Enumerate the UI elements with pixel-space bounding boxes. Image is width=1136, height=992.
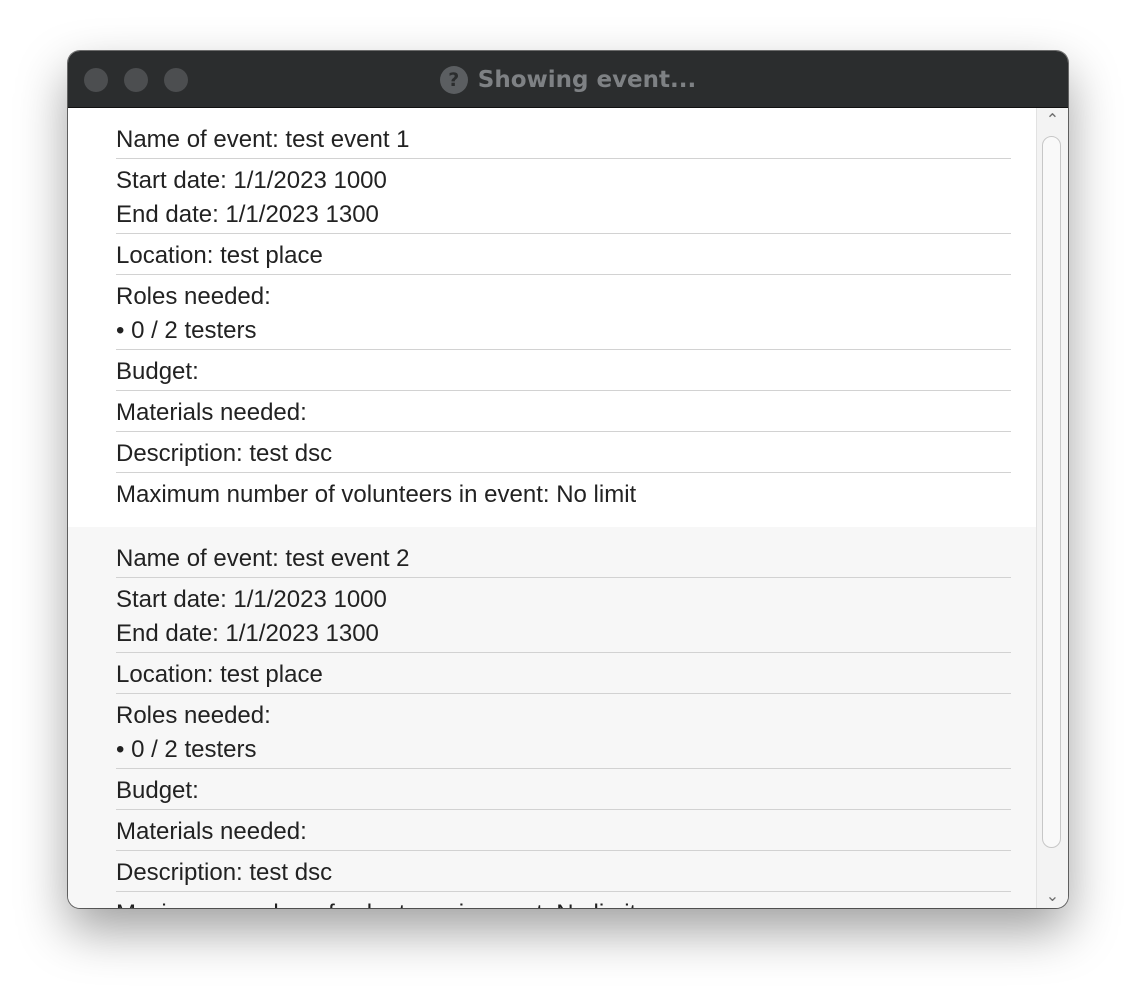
event-start-date: Start date: 1/1/2023 1000 — [116, 586, 387, 613]
event-name: Name of event: test event 2 — [116, 545, 410, 572]
vertical-scrollbar[interactable]: ⌃ ⌄ — [1036, 108, 1068, 908]
event-max-volunteers-row: Maximum number of volunteers in event: N… — [116, 473, 1011, 513]
event-materials: Materials needed: — [116, 818, 307, 845]
scroll-down-arrow-icon[interactable]: ⌄ — [1037, 884, 1068, 908]
event-budget-row: Budget: — [116, 350, 1011, 391]
scrollbar-thumb[interactable] — [1042, 136, 1061, 848]
event-dates-row: Start date: 1/1/2023 1000 End date: 1/1/… — [116, 578, 1011, 653]
event-dates-row: Start date: 1/1/2023 1000 End date: 1/1/… — [116, 159, 1011, 234]
event-description-row: Description: test dsc — [116, 432, 1011, 473]
event-roles-row: Roles needed: • 0 / 2 testers — [116, 275, 1011, 350]
event-end-date: End date: 1/1/2023 1300 — [116, 620, 379, 647]
event-list[interactable]: Name of event: test event 1 Start date: … — [68, 108, 1036, 908]
event-card: Name of event: test event 2 Start date: … — [68, 527, 1036, 908]
event-location: Location: test place — [116, 242, 323, 269]
event-end-date: End date: 1/1/2023 1300 — [116, 201, 379, 228]
event-budget: Budget: — [116, 777, 199, 804]
event-budget: Budget: — [116, 358, 199, 385]
event-roles-label: Roles needed: — [116, 283, 271, 310]
event-start-date: Start date: 1/1/2023 1000 — [116, 167, 387, 194]
event-roles-row: Roles needed: • 0 / 2 testers — [116, 694, 1011, 769]
window-title: ? Showing event... — [68, 51, 1068, 108]
event-max-volunteers: Maximum number of volunteers in event: N… — [116, 481, 637, 508]
event-location: Location: test place — [116, 661, 323, 688]
event-description: Description: test dsc — [116, 859, 333, 886]
event-name-row: Name of event: test event 2 — [116, 537, 1011, 578]
event-role-item: • 0 / 2 testers — [116, 736, 257, 763]
window-title-text: Showing event... — [477, 66, 697, 93]
event-name-row: Name of event: test event 1 — [116, 118, 1011, 159]
event-materials-row: Materials needed: — [116, 391, 1011, 432]
event-roles-label: Roles needed: — [116, 702, 271, 729]
event-role-item: • 0 / 2 testers — [116, 317, 257, 344]
event-max-volunteers-row: Maximum number of volunteers in event: N… — [116, 892, 1011, 908]
question-icon: ? — [439, 65, 468, 94]
event-location-row: Location: test place — [116, 653, 1011, 694]
scroll-up-arrow-icon[interactable]: ⌃ — [1037, 108, 1068, 132]
event-name: Name of event: test event 1 — [116, 126, 410, 153]
event-window: ? Showing event... Name of event: test e… — [68, 51, 1068, 908]
event-description: Description: test dsc — [116, 440, 333, 467]
event-materials-row: Materials needed: — [116, 810, 1011, 851]
event-location-row: Location: test place — [116, 234, 1011, 275]
event-card: Name of event: test event 1 Start date: … — [68, 108, 1036, 527]
event-materials: Materials needed: — [116, 399, 307, 426]
event-max-volunteers: Maximum number of volunteers in event: N… — [116, 897, 1011, 908]
title-bar: ? Showing event... — [68, 51, 1068, 108]
event-budget-row: Budget: — [116, 769, 1011, 810]
event-description-row: Description: test dsc — [116, 851, 1011, 892]
